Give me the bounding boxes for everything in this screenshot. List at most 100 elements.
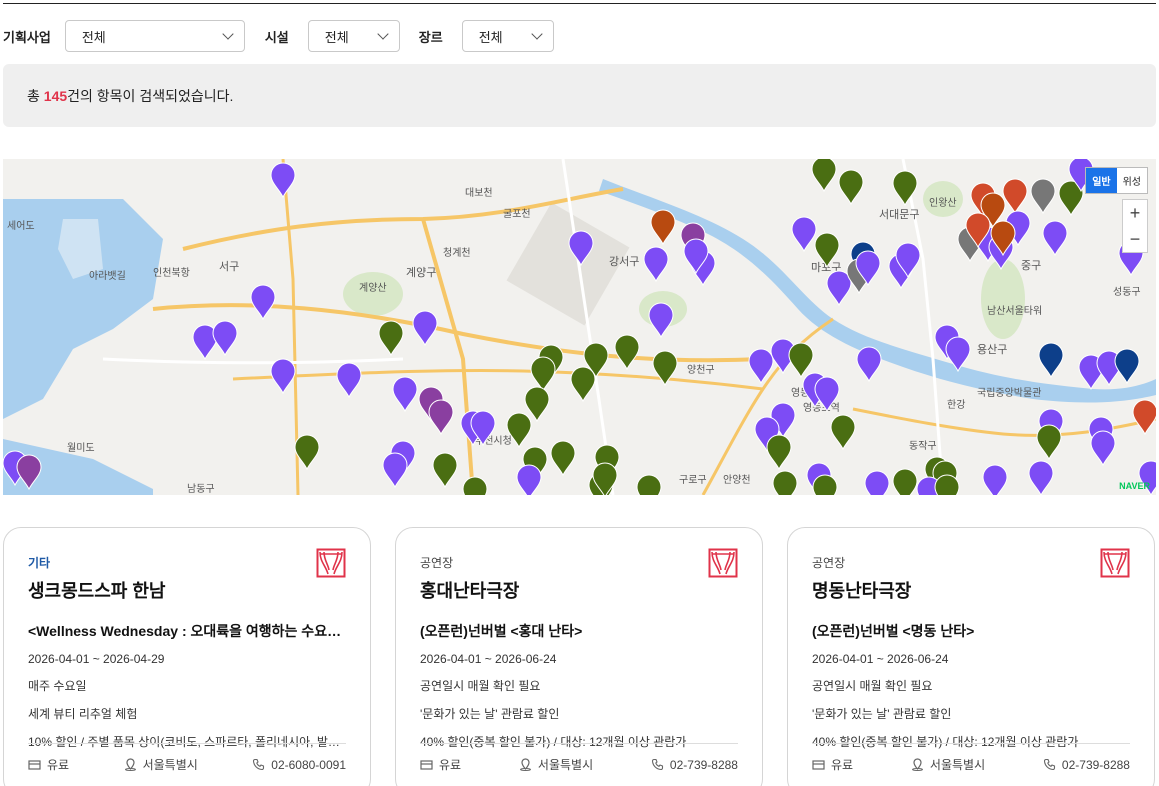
- filter-label-project: 기획사업: [3, 29, 51, 45]
- map-marker[interactable]: [212, 320, 238, 357]
- map-marker[interactable]: [826, 270, 852, 307]
- card-period: 2026-04-01 ~ 2026-06-24: [420, 652, 557, 666]
- result-summary: 총 145 건의 항목이 검색되었습니다.: [3, 64, 1156, 127]
- card-subtitle: (오픈런)넌버벌 <홍대 난타>: [420, 623, 583, 639]
- map-marker[interactable]: [570, 366, 596, 403]
- map-marker[interactable]: [530, 356, 556, 393]
- map-marker[interactable]: [1028, 460, 1054, 495]
- map-marker[interactable]: [428, 399, 454, 436]
- map-marker[interactable]: [814, 376, 840, 413]
- map-marker[interactable]: [934, 474, 960, 495]
- map-marker[interactable]: [812, 474, 838, 495]
- map-type-normal[interactable]: 일반: [1086, 168, 1117, 193]
- ticket-icon: [28, 760, 41, 770]
- map-marker[interactable]: [892, 468, 918, 495]
- map-marker[interactable]: [643, 246, 669, 283]
- map-marker[interactable]: [811, 159, 837, 193]
- filter-label-genre: 장르: [418, 29, 443, 45]
- card-divider: [420, 743, 738, 744]
- card-phone[interactable]: 02-6080-0091: [252, 756, 346, 773]
- summary-suffix: 건의 항목이 검색되었습니다.: [67, 87, 234, 104]
- map-marker[interactable]: [982, 464, 1008, 495]
- card-phone-text: 02-6080-0091: [271, 757, 346, 772]
- theater-curtain-icon: [708, 548, 738, 578]
- event-card[interactable]: 공연장 홍대난타극장 (오픈런)넌버벌 <홍대 난타> 2026-04-01 ~…: [395, 527, 763, 786]
- map-marker[interactable]: [432, 452, 458, 489]
- map-marker[interactable]: [462, 476, 488, 495]
- map-marker[interactable]: [516, 464, 542, 495]
- card-price: 유료: [812, 756, 853, 773]
- map-marker[interactable]: [864, 470, 890, 495]
- phone-icon: [1043, 758, 1055, 771]
- card-detail-line: 매주 수요일: [28, 679, 87, 693]
- map-marker[interactable]: [1132, 399, 1156, 436]
- theater-curtain-icon: [1100, 548, 1130, 578]
- map-marker[interactable]: [788, 342, 814, 379]
- zoom-out-button[interactable]: −: [1123, 226, 1147, 252]
- card-phone[interactable]: 02-739-8288: [1043, 756, 1130, 773]
- map[interactable]: 세어도 아라뱃길 서구 계양구 대보천 굴포천 강서구 마포구 서대문구 중구 …: [3, 159, 1156, 495]
- card-category: 기타: [28, 556, 51, 570]
- map-marker[interactable]: [336, 362, 362, 399]
- map-marker[interactable]: [772, 470, 798, 495]
- event-card[interactable]: 공연장 명동난타극장 (오픈런)넌버벌 <명동 난타> 2026-04-01 ~…: [787, 527, 1155, 786]
- map-marker[interactable]: [382, 452, 408, 489]
- map-marker[interactable]: [1036, 424, 1062, 461]
- ticket-icon: [420, 760, 433, 770]
- map-marker[interactable]: [892, 170, 918, 207]
- card-period: 2026-04-01 ~ 2026-04-29: [28, 652, 165, 666]
- map-marker[interactable]: [748, 348, 774, 385]
- map-marker[interactable]: [766, 434, 792, 471]
- map-type-satellite[interactable]: 위성: [1117, 168, 1147, 193]
- map-marker[interactable]: [270, 358, 296, 395]
- map-marker[interactable]: [1038, 342, 1064, 379]
- map-marker[interactable]: [524, 386, 550, 423]
- card-category: 공연장: [812, 556, 846, 570]
- map-marker[interactable]: [652, 350, 678, 387]
- map-marker[interactable]: [856, 346, 882, 383]
- map-type-toggle[interactable]: 일반 위성: [1085, 167, 1148, 194]
- card-phone[interactable]: 02-739-8288: [651, 756, 738, 773]
- map-marker[interactable]: [614, 334, 640, 371]
- map-marker[interactable]: [1030, 178, 1056, 215]
- card-detail-line: 10% 할인 / 주별 품목 상이(코비도, 스파르타, 폴리네시아, 발리..…: [28, 735, 346, 749]
- map-marker[interactable]: [412, 310, 438, 347]
- zoom-in-button[interactable]: +: [1123, 200, 1147, 226]
- map-marker[interactable]: [791, 216, 817, 253]
- map-marker[interactable]: [250, 284, 276, 321]
- map-marker[interactable]: [838, 169, 864, 206]
- map-marker[interactable]: [16, 454, 42, 491]
- map-marker[interactable]: [1114, 348, 1140, 385]
- location-icon: [519, 758, 531, 771]
- map-marker[interactable]: [392, 376, 418, 413]
- map-marker[interactable]: [830, 414, 856, 451]
- zoom-control: + −: [1122, 199, 1148, 253]
- map-marker[interactable]: [1002, 178, 1028, 215]
- card-region: 서울특별시: [911, 756, 985, 773]
- location-icon: [124, 758, 136, 771]
- map-marker[interactable]: [945, 336, 971, 373]
- card-footer: 유료 서울특별시 02-739-8288: [420, 756, 738, 773]
- card-detail-line: '문화가 있는 날' 관람료 할인: [812, 707, 952, 721]
- card-title: 홍대난타극장: [420, 581, 520, 601]
- map-marker[interactable]: [650, 209, 676, 246]
- event-card[interactable]: 기타 생크몽드스파 한남 <Wellness Wednesday : 오대륙을 …: [3, 527, 371, 786]
- project-select[interactable]: 전체: [64, 20, 245, 52]
- genre-select[interactable]: 전체: [461, 20, 554, 52]
- map-marker[interactable]: [1090, 430, 1116, 467]
- map-marker[interactable]: [270, 162, 296, 199]
- map-marker[interactable]: [378, 320, 404, 357]
- chevron-down-icon: [377, 28, 389, 40]
- facility-select[interactable]: 전체: [307, 20, 400, 52]
- map-marker[interactable]: [506, 412, 532, 449]
- map-marker[interactable]: [648, 302, 674, 339]
- card-divider: [28, 743, 346, 744]
- map-marker[interactable]: [636, 474, 662, 495]
- map-marker[interactable]: [568, 230, 594, 267]
- map-marker[interactable]: [550, 440, 576, 477]
- card-title: 명동난타극장: [812, 581, 912, 601]
- map-marker[interactable]: [294, 434, 320, 471]
- map-marker[interactable]: [1042, 220, 1068, 257]
- card-footer: 유료 서울특별시 02-6080-0091: [28, 756, 346, 773]
- map-marker[interactable]: [814, 232, 840, 269]
